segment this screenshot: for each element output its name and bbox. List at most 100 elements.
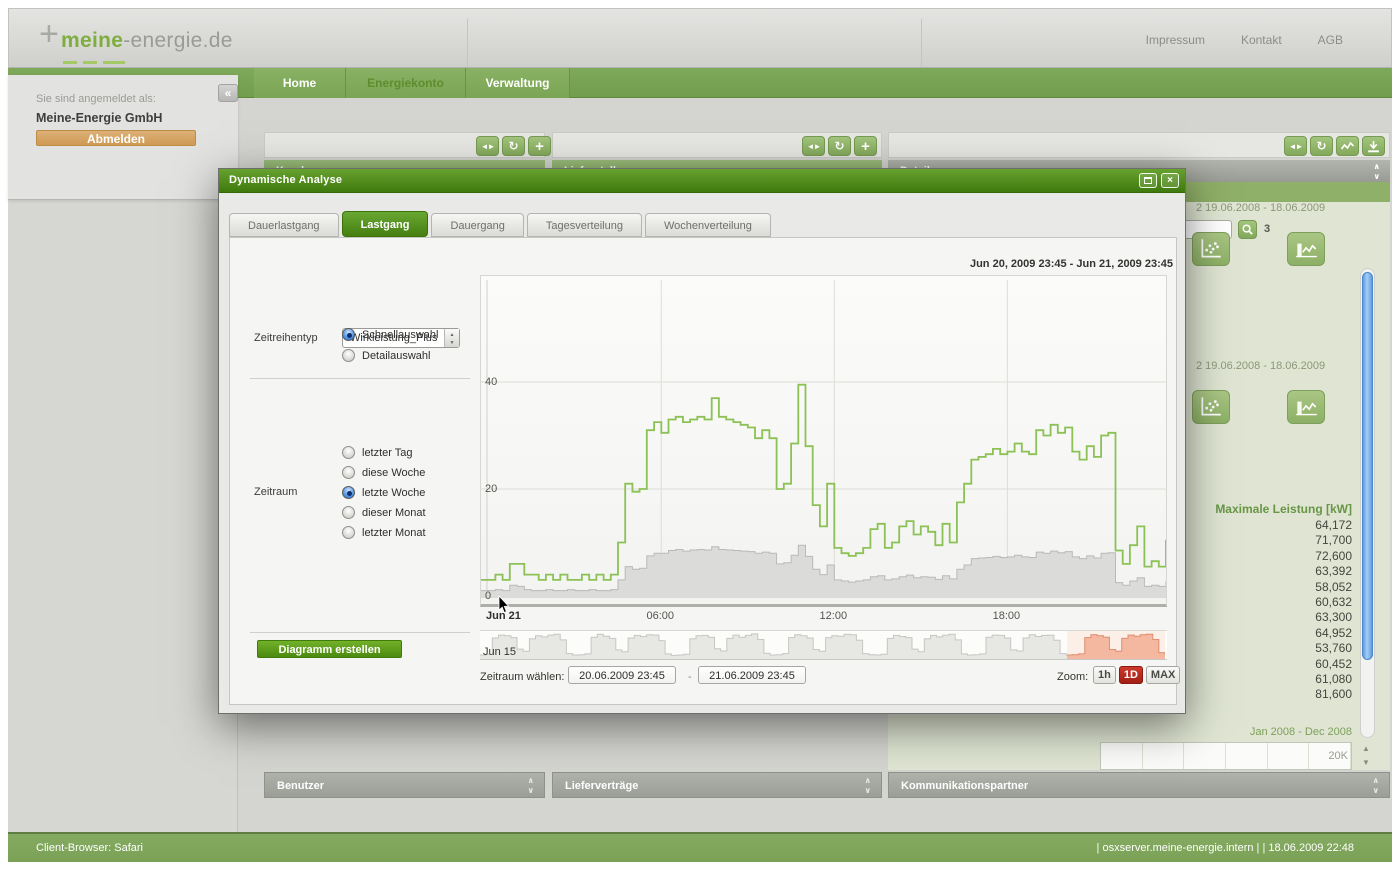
radio-option[interactable]: Schnellauswahl [342, 328, 438, 342]
panel-title: Kommunikationspartner [901, 780, 1028, 792]
radio-icon [342, 506, 355, 519]
zoom-button[interactable]: MAX [1146, 666, 1180, 684]
resize-columns-button[interactable]: ◄► [476, 136, 499, 156]
sidebar-column [8, 98, 238, 832]
x-tick-label: 18:00 [993, 610, 1021, 622]
details-scrollbar[interactable] [1360, 268, 1375, 738]
panel-header[interactable]: Kommunikationspartner ∧∨ [888, 772, 1390, 798]
refresh-button[interactable]: ↻ [1310, 136, 1333, 156]
collapse-chevrons-icon[interactable]: ∧∨ [528, 776, 535, 796]
brand-logo: + meine-energie.de [39, 23, 299, 63]
resize-columns-button[interactable]: ◄► [802, 136, 825, 156]
max-power-value: 60,632 [1315, 595, 1352, 610]
form-divider [250, 632, 470, 633]
analysis-tab[interactable]: Lastgang [342, 211, 429, 237]
nav-tab[interactable]: Energiekonto [346, 68, 466, 98]
analysis-tab[interactable]: Wochenverteilung [645, 213, 771, 237]
zoom-buttons: 1h1DMAX [1093, 666, 1180, 684]
radio-option[interactable]: Detailauswahl [342, 349, 430, 363]
collapse-chevrons-icon[interactable]: ∧∨ [1374, 162, 1381, 182]
login-panel: Sie sind angemeldet als: Meine-Energie G… [8, 75, 238, 200]
range-from-input[interactable]: 20.06.2009 23:45 [568, 666, 676, 684]
download-icon [1366, 140, 1381, 153]
header-links: Impressum Kontakt AGB [1146, 33, 1343, 47]
max-power-value: 63,300 [1315, 610, 1352, 625]
collapse-left-icon: « [225, 86, 232, 100]
line-chart-icon [1340, 140, 1355, 152]
header-link[interactable]: Impressum [1146, 33, 1205, 47]
scroll-up-icon[interactable]: ▲ [1358, 742, 1374, 756]
scatter-chart-button[interactable] [1192, 390, 1230, 424]
collapse-chevrons-icon[interactable]: ∧∨ [865, 776, 872, 796]
close-button[interactable]: × [1161, 173, 1179, 188]
scrollbar-thumb[interactable] [1362, 272, 1373, 660]
bar-line-chart-button[interactable] [1287, 232, 1325, 266]
details-mini-axis [1100, 742, 1352, 770]
header-link[interactable]: AGB [1318, 33, 1343, 47]
scatter-chart-button[interactable] [1192, 232, 1230, 266]
form-divider [250, 378, 470, 379]
load-profile-chart: 40200 [480, 275, 1167, 607]
radio-option[interactable]: diese Woche [342, 466, 425, 480]
company-name: Meine-Energie GmbH [36, 111, 162, 125]
dialog-titlebar[interactable]: Dynamische Analyse × [219, 169, 1185, 193]
bar-line-chart-button[interactable] [1287, 390, 1325, 424]
radio-option[interactable]: letzter Monat [342, 526, 426, 540]
status-bar: Client-Browser: Safari | osxserver.meine… [8, 832, 1392, 862]
application-window: + meine-energie.de Impressum Kontakt AGB H… [0, 0, 1400, 878]
max-power-value: 64,952 [1315, 626, 1352, 641]
panel-title: Benutzer [277, 780, 324, 792]
range-to-input[interactable]: 21.06.2009 23:45 [698, 666, 806, 684]
refresh-button[interactable]: ↻ [828, 136, 851, 156]
download-button[interactable] [1362, 136, 1385, 156]
stepper-icon: ▲▼ [444, 329, 459, 347]
panel-header[interactable]: Lieferverträge ∧∨ [552, 772, 882, 798]
sidebar-collapse-button[interactable]: « [218, 84, 238, 102]
scatter-chart-icon [1198, 395, 1224, 419]
chart-button[interactable] [1336, 136, 1359, 156]
lieferstellen-toolbar-icons: ◄► ↻ + [802, 136, 877, 156]
radio-option[interactable]: letzter Tag [342, 446, 413, 460]
analysis-tab[interactable]: Dauerlastgang [229, 213, 339, 237]
panel-header[interactable]: Benutzer ∧∨ [264, 772, 545, 798]
nav-tab[interactable]: Verwaltung [466, 68, 570, 98]
collapse-chevrons-icon[interactable]: ∧∨ [1373, 776, 1380, 796]
header-separator [467, 19, 468, 67]
add-button[interactable]: + [854, 136, 877, 156]
logo-plus-icon: + [39, 15, 59, 54]
radio-icon [342, 486, 355, 499]
bottom-panel-headers: Benutzer ∧∨ Lieferverträge ∧∨ Kommunikat… [264, 772, 1390, 798]
plus-icon: + [861, 139, 870, 154]
bar-line-chart-icon [1293, 395, 1319, 419]
refresh-button[interactable]: ↻ [502, 136, 525, 156]
logout-button[interactable]: Abmelden [36, 130, 196, 146]
radio-option[interactable]: dieser Monat [342, 506, 426, 520]
header-link[interactable]: Kontakt [1241, 33, 1282, 47]
resize-columns-button[interactable]: ◄► [1284, 136, 1307, 156]
dialog-title: Dynamische Analyse [229, 174, 342, 186]
logo-dashes [63, 55, 131, 67]
max-power-value: 61,080 [1315, 672, 1352, 687]
radio-icon [342, 466, 355, 479]
radio-icon [342, 526, 355, 539]
refresh-icon: ↻ [1316, 139, 1326, 153]
logo-brand-rest: -energie.de [123, 29, 233, 52]
analysis-tab[interactable]: Dauergang [431, 213, 523, 237]
add-button[interactable]: + [528, 136, 551, 156]
navigator-start-label: Jun 15 [483, 646, 516, 658]
arrows-left-right-icon: ◄► [807, 142, 821, 151]
zoom-button[interactable]: 1D [1119, 666, 1143, 684]
group-date-range: 2 19.06.2008 - 18.06.2009 [1196, 202, 1325, 214]
logo-brand-bold: meine [61, 29, 123, 52]
radio-option[interactable]: letzte Woche [342, 486, 425, 500]
refresh-icon: ↻ [834, 139, 844, 153]
nav-tab[interactable]: Home [254, 68, 346, 98]
dynamische-analyse-dialog: Dynamische Analyse × DauerlastgangLastga… [218, 168, 1186, 714]
scroll-down-icon[interactable]: ▼ [1358, 756, 1374, 770]
analysis-tab[interactable]: Tagesverteilung [527, 213, 642, 237]
zoom-button[interactable]: 1h [1093, 666, 1116, 684]
kunden-toolbar-icons: ◄► ↻ + [476, 136, 551, 156]
maximize-button[interactable] [1139, 173, 1157, 188]
chart-navigator[interactable]: Jun 15 [480, 630, 1167, 660]
create-diagram-button[interactable]: Diagramm erstellen [257, 640, 402, 658]
